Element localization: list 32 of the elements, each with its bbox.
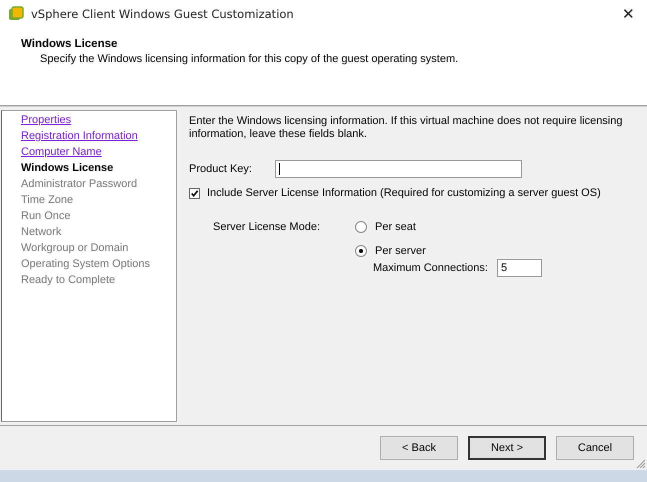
wizard-button[interactable]: Next > (468, 436, 546, 460)
step-item[interactable]: Ready to Complete (21, 272, 116, 288)
step-item[interactable]: Administrator Password (21, 176, 138, 192)
radio-label: Per server (375, 245, 426, 257)
wizard-button[interactable]: < Back (380, 436, 458, 460)
step-item[interactable]: Computer Name (21, 144, 102, 160)
product-key-field[interactable] (275, 160, 522, 178)
radio-label: Per seat (375, 221, 416, 233)
resize-grip-icon (636, 459, 646, 469)
field-label: Product Key: (189, 163, 253, 175)
step-item[interactable]: Registration Information (21, 128, 138, 144)
step-item[interactable]: Operating System Options (21, 256, 150, 272)
intro-text: Enter the Windows licensing information. If this virtual machine does not require licensing information, leave these fields blank. (189, 115, 624, 141)
step-item[interactable]: Properties (21, 112, 72, 128)
field-label: Maximum Connections: (373, 262, 489, 274)
mode-label: Server License Mode: (213, 220, 321, 235)
step-item[interactable]: Network (21, 224, 62, 240)
checkbox[interactable] (189, 188, 200, 198)
app-logo-icon (8, 6, 24, 22)
page-subtitle: Specify the Windows licensing information for this copy of the guest operating system. (40, 53, 460, 65)
max-connections-field[interactable]: 5 (497, 259, 542, 277)
radio-button[interactable] (355, 245, 367, 257)
step-item[interactable]: Windows License (21, 160, 114, 176)
checkbox-label: Include Server License Information (Required for customizing a server guest OS) (207, 187, 601, 199)
radio-button[interactable] (355, 221, 367, 233)
step-item[interactable]: Time Zone (21, 192, 74, 208)
window-title: vSphere Client Windows Guest Customization (31, 7, 294, 21)
step-item[interactable]: Workgroup or Domain (21, 240, 128, 256)
close-button[interactable]: ✕ (618, 5, 639, 23)
page-title: Windows License (21, 38, 118, 50)
step-item[interactable]: Run Once (21, 208, 71, 224)
wizard-button[interactable]: Cancel (556, 436, 634, 460)
